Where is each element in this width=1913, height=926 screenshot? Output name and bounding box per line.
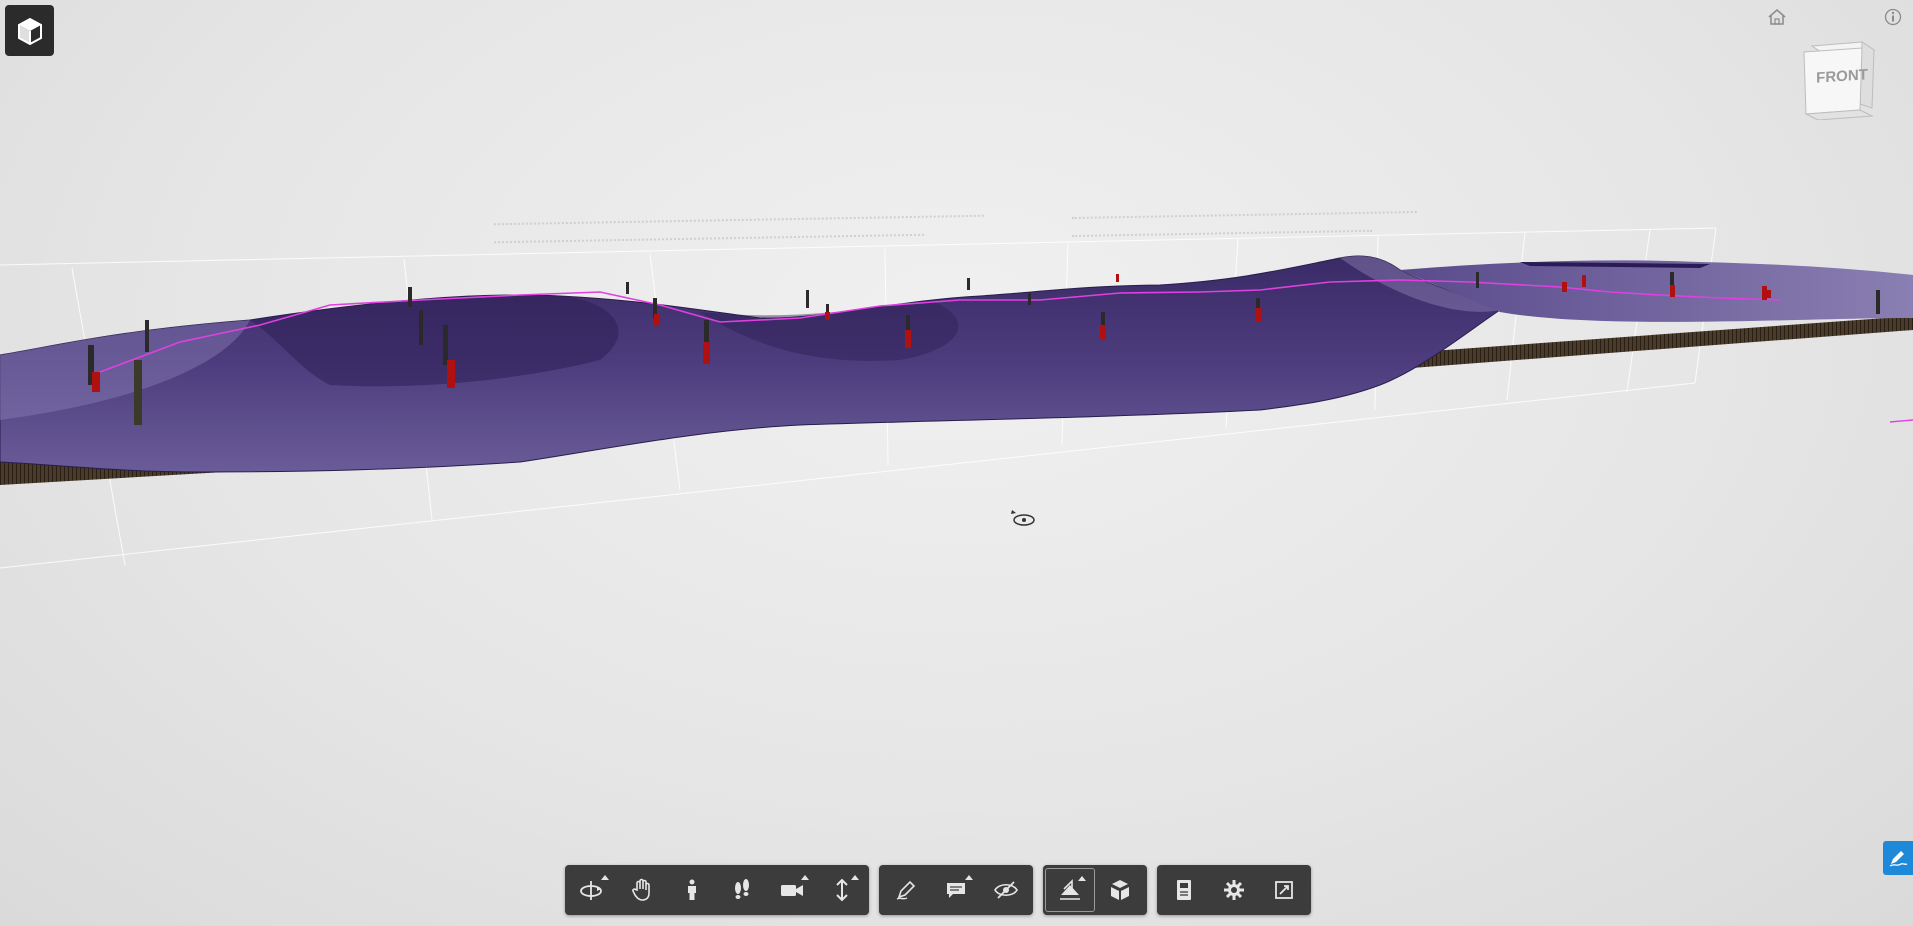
section-plane-icon — [1060, 879, 1080, 900]
section-button[interactable] — [1045, 868, 1095, 912]
camera-icon — [781, 885, 803, 896]
up-down-icon — [836, 878, 848, 902]
model-tools-group — [1043, 865, 1147, 915]
fullscreen-icon — [1275, 881, 1293, 899]
hand-icon — [632, 878, 650, 901]
walk-button[interactable] — [717, 868, 767, 912]
properties-icon — [1177, 880, 1191, 900]
pencil-icon — [896, 880, 916, 900]
info-button[interactable] — [1882, 6, 1904, 28]
eye-slash-icon — [994, 881, 1018, 899]
cube-icon — [17, 17, 42, 45]
markup-sign-icon — [1889, 851, 1908, 867]
explode-cube-icon — [1111, 880, 1129, 900]
terrain-model-canvas[interactable] — [0, 0, 1913, 926]
camera-button[interactable] — [767, 868, 817, 912]
orbit-pivot-icon — [1011, 510, 1035, 526]
hide-button[interactable] — [981, 868, 1031, 912]
pan-button[interactable] — [617, 868, 667, 912]
view-cube[interactable]: FRONT — [1800, 38, 1880, 121]
orbit-icon — [580, 881, 602, 900]
bottom-toolbar — [565, 865, 1311, 915]
explode-button[interactable] — [1095, 868, 1145, 912]
elevation-button[interactable] — [817, 868, 867, 912]
footprints-icon — [735, 879, 749, 899]
settings-button[interactable] — [1209, 868, 1259, 912]
3d-viewport[interactable] — [0, 0, 1913, 926]
info-icon — [1884, 8, 1902, 26]
review-tools-group — [879, 865, 1033, 915]
scene-annotation-right — [1071, 207, 1418, 248]
first-person-button[interactable] — [667, 868, 717, 912]
markup-button[interactable] — [881, 868, 931, 912]
model-browser-button[interactable] — [5, 5, 54, 56]
fullscreen-button[interactable] — [1259, 868, 1309, 912]
comment-icon — [947, 883, 965, 898]
home-icon — [1768, 9, 1786, 25]
navigation-tools-group — [565, 865, 869, 915]
person-icon — [688, 879, 696, 900]
properties-button[interactable] — [1159, 868, 1209, 912]
comment-button[interactable] — [931, 868, 981, 912]
gear-icon — [1224, 880, 1244, 900]
orbit-button[interactable] — [567, 868, 617, 912]
side-panel-tab[interactable] — [1883, 841, 1913, 875]
home-view-button[interactable] — [1766, 6, 1788, 28]
settings-tools-group — [1157, 865, 1311, 915]
